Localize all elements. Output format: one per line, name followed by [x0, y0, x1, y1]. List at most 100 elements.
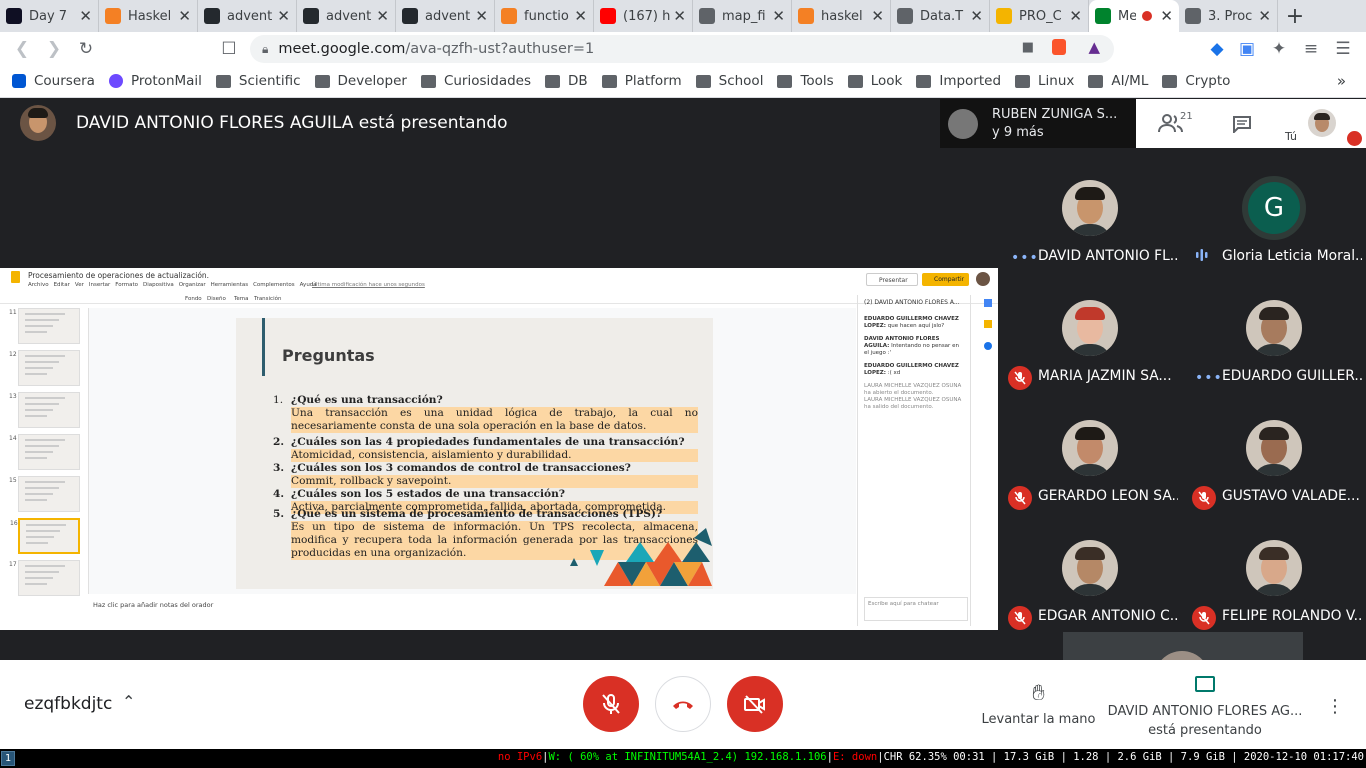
media-control-icon[interactable]: ≡	[1295, 33, 1327, 65]
leave-call-button[interactable]	[655, 676, 711, 732]
chat-input[interactable]: Escribe aquí para chatear	[864, 597, 968, 621]
bookmark-item[interactable]: Developer	[314, 73, 407, 89]
new-tab-button[interactable]: +	[1278, 0, 1312, 32]
chat-icon[interactable]	[1232, 115, 1252, 137]
brave-icon[interactable]	[1052, 39, 1066, 55]
browser-tab[interactable]: advent ✕	[396, 0, 495, 32]
tasks-icon[interactable]	[984, 342, 992, 350]
presenting-indicator[interactable]: DAVID ANTONIO FLORES AG... está presenta…	[1106, 676, 1304, 740]
browser-tab[interactable]: Me ✕	[1089, 0, 1179, 32]
browser-tab[interactable]: map_fi ✕	[693, 0, 792, 32]
reload-button[interactable]: ↻	[70, 33, 102, 65]
close-tab-icon[interactable]: ✕	[970, 7, 983, 25]
more-options-icon[interactable]: ⋮	[1326, 696, 1344, 717]
slides-menu-item[interactable]: Archivo	[28, 282, 49, 288]
more-bookmarks-icon[interactable]: »	[1337, 72, 1346, 90]
close-tab-icon[interactable]: ✕	[1069, 7, 1082, 25]
translate-icon[interactable]: ▣	[1231, 33, 1263, 65]
browser-tab[interactable]: 3. Proc ✕	[1179, 0, 1278, 32]
browser-tab[interactable]: Day 7 ✕	[0, 0, 99, 32]
browser-tab[interactable]: (167) h ✕	[594, 0, 693, 32]
browser-tab[interactable]: Haskel ✕	[99, 0, 198, 32]
slides-menu-item[interactable]: Herramientas	[211, 282, 248, 288]
bookmark-item[interactable]: Crypto	[1162, 73, 1230, 89]
participant-tile[interactable]: GUSTAVO VALADE...	[1182, 420, 1366, 540]
workspace-button[interactable]: 1	[1, 751, 15, 766]
extension-icon[interactable]: ◆	[1201, 33, 1233, 65]
bookmark-item[interactable]: School	[695, 73, 763, 89]
camera-off-button[interactable]	[727, 676, 783, 732]
bookmark-item[interactable]: ProtonMail	[108, 73, 202, 89]
close-tab-icon[interactable]: ✕	[1160, 7, 1173, 25]
menu-icon[interactable]: ☰	[1327, 33, 1359, 65]
slides-menu-item[interactable]: Ver	[75, 282, 84, 288]
account-avatar[interactable]	[976, 272, 990, 286]
participant-tile[interactable]: ••• DAVID ANTONIO FL...	[998, 180, 1182, 300]
calendar-icon[interactable]	[984, 299, 992, 307]
speaker-preview[interactable]: RUBEN ZUNIGA S... y 9 más	[940, 99, 1136, 148]
toolbar-layout[interactable]: Diseño	[207, 296, 226, 302]
bookmark-item[interactable]: Platform	[601, 73, 682, 89]
forward-button[interactable]: ❯	[38, 33, 70, 65]
chevron-up-icon[interactable]: ⌃	[122, 692, 135, 711]
slides-menu-item[interactable]: Editar	[54, 282, 70, 288]
bookmark-item[interactable]: Tools	[777, 73, 834, 89]
slides-menu-item[interactable]: Diapositiva	[143, 282, 174, 288]
slide-thumbnail[interactable]: 15	[9, 476, 80, 512]
close-tab-icon[interactable]: ✕	[178, 7, 191, 25]
bookmark-item[interactable]: Coursera	[12, 73, 95, 89]
address-bar[interactable]: 🔒︎ meet.google.com/ava-qzfh-ust?authuser…	[250, 35, 1114, 63]
bookmark-item[interactable]: Imported	[916, 73, 1001, 89]
participant-tile[interactable]: MARIA JAZMIN SA...	[998, 300, 1182, 420]
bookmark-item[interactable]: Curiosidades	[420, 73, 531, 89]
browser-tab[interactable]: Data.T ✕	[891, 0, 990, 32]
toolbar-background[interactable]: Fondo	[185, 296, 202, 302]
bookmark-item[interactable]: Scientific	[215, 73, 301, 89]
close-tab-icon[interactable]: ✕	[277, 7, 290, 25]
slides-menu-item[interactable]: Formato	[115, 282, 138, 288]
close-tab-icon[interactable]: ✕	[1258, 7, 1271, 25]
slide-thumbnail[interactable]: 14	[9, 434, 80, 470]
doc-title[interactable]: Procesamiento de operaciones de actualiz…	[28, 271, 209, 280]
slide-thumbnail[interactable]: 13	[9, 392, 80, 428]
bookmark-item[interactable]: AI/ML	[1088, 73, 1148, 89]
browser-tab[interactable]: advent ✕	[297, 0, 396, 32]
speaker-notes[interactable]: Haz clic para añadir notas del orador	[93, 601, 213, 609]
bookmark-icon[interactable]: ☐	[213, 33, 245, 65]
brave-rewards-icon[interactable]: ▲	[1088, 38, 1100, 56]
back-button[interactable]: ❮	[6, 33, 38, 65]
browser-tab[interactable]: haskel ✕	[792, 0, 891, 32]
close-tab-icon[interactable]: ✕	[79, 7, 92, 25]
close-tab-icon[interactable]: ✕	[376, 7, 389, 25]
slide-thumbnail[interactable]: 12	[9, 350, 80, 386]
extensions-puzzle-icon[interactable]: ✦	[1263, 33, 1295, 65]
slide-thumbnail[interactable]: 17	[9, 560, 80, 596]
participant-tile[interactable]: G Gloria Leticia Moral...	[1182, 176, 1366, 300]
participant-tile[interactable]: GERARDO LEON SA...	[998, 420, 1182, 540]
browser-tab[interactable]: PRO_C ✕	[990, 0, 1089, 32]
slides-menu-item[interactable]: Complementos	[253, 282, 295, 288]
share-button[interactable]: Compartir	[922, 273, 969, 286]
meeting-code[interactable]: ezqfbkdjtc	[24, 694, 112, 714]
close-tab-icon[interactable]: ✕	[574, 7, 587, 25]
microphone-off-button[interactable]	[583, 676, 639, 732]
slide-thumbnail[interactable]: 11	[9, 308, 80, 344]
browser-tab[interactable]: advent ✕	[198, 0, 297, 32]
bookmark-item[interactable]: Linux	[1015, 73, 1074, 89]
close-tab-icon[interactable]: ✕	[673, 7, 686, 25]
keep-icon[interactable]	[984, 320, 992, 328]
browser-tab[interactable]: functio ✕	[495, 0, 594, 32]
camera-icon[interactable]: ■	[1022, 40, 1034, 55]
bookmark-item[interactable]: DB	[545, 73, 588, 89]
close-tab-icon[interactable]: ✕	[475, 7, 488, 25]
toolbar-transition[interactable]: Transición	[254, 296, 281, 302]
slides-menu-item[interactable]: Organizar	[179, 282, 206, 288]
participant-tile[interactable]: ••• EDUARDO GUILLER...	[1182, 300, 1366, 420]
last-edit[interactable]: Última modificación hace unos segundos	[312, 282, 425, 288]
close-tab-icon[interactable]: ✕	[772, 7, 785, 25]
toolbar-theme[interactable]: Tema	[234, 296, 249, 302]
raise-hand-button[interactable]: ✋︎ Levantar la mano	[976, 682, 1101, 728]
present-button[interactable]: Presentar	[866, 273, 918, 286]
slides-menu-item[interactable]: Insertar	[89, 282, 110, 288]
close-tab-icon[interactable]: ✕	[871, 7, 884, 25]
